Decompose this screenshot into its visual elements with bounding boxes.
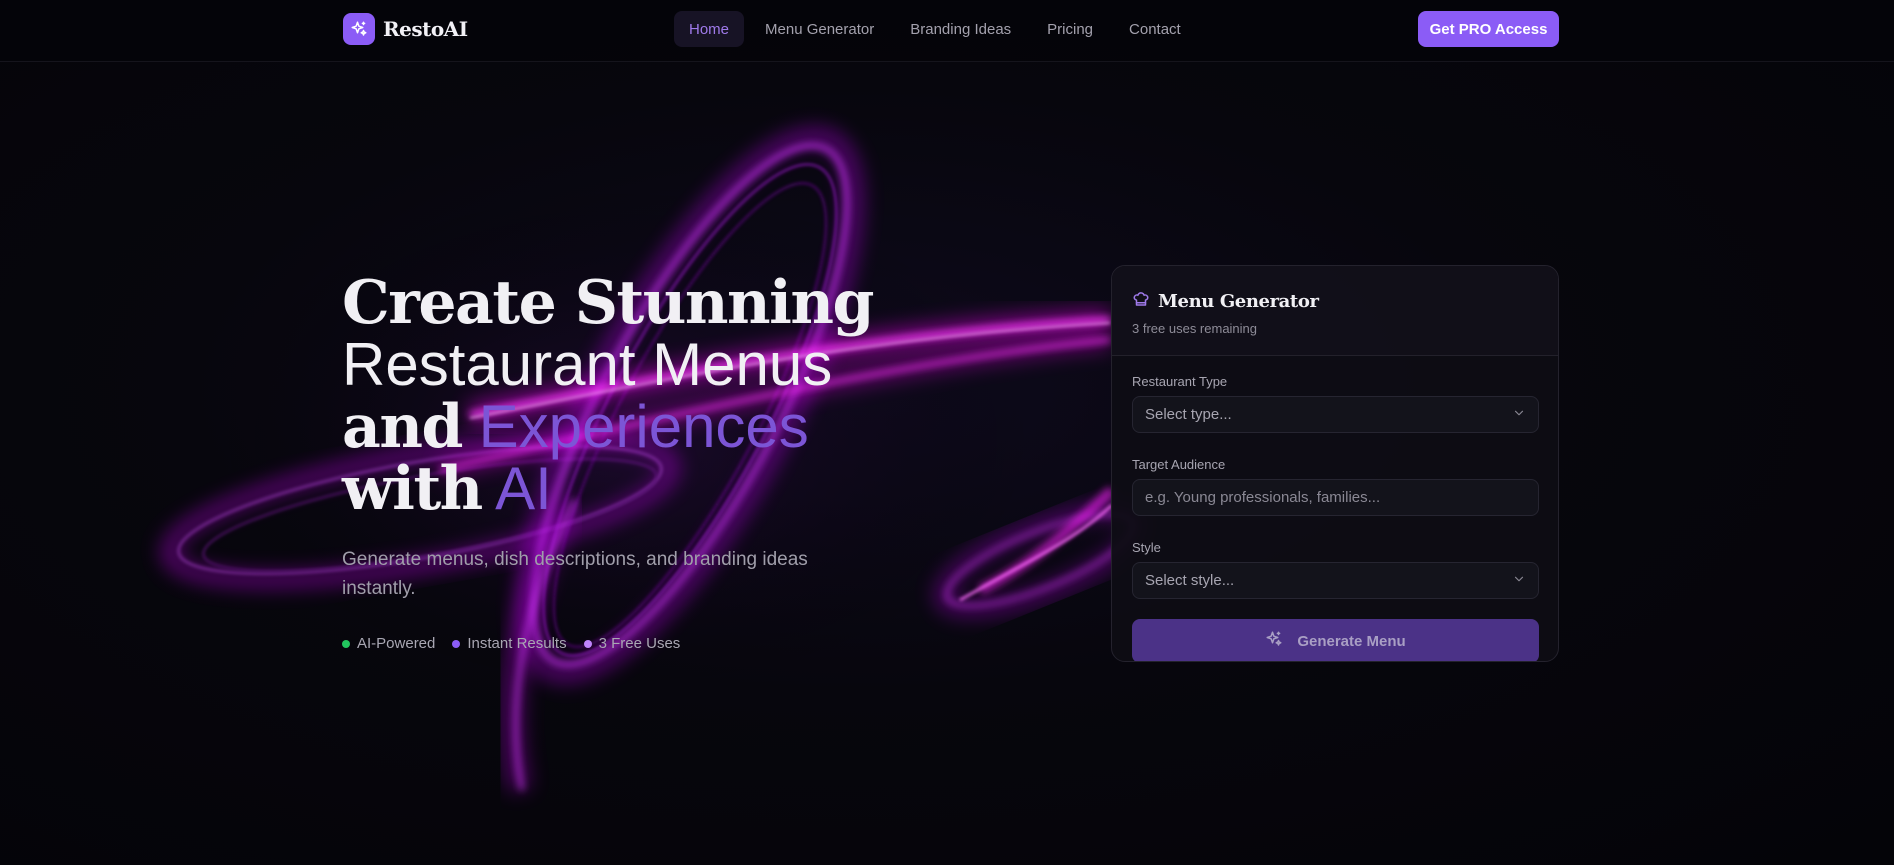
generate-menu-button[interactable]: Generate Menu (1132, 619, 1539, 661)
style-value: Select style... (1145, 572, 1235, 589)
feature-ai-powered: AI-Powered (342, 635, 435, 652)
hero-title-line-2: Restaurant Menus (342, 331, 833, 398)
hero-title: Create Stunning Restaurant Menus and Exp… (342, 272, 902, 520)
feature-label: Instant Results (467, 635, 567, 652)
feature-instant-results: Instant Results (452, 635, 567, 652)
target-audience-label: Target Audience (1132, 457, 1226, 472)
restaurant-type-select[interactable]: Select type... (1132, 396, 1539, 433)
hero-title-word-experiences: Experiences (478, 393, 809, 460)
generate-menu-label: Generate Menu (1297, 632, 1406, 650)
sparkles-icon (343, 13, 375, 45)
chevron-down-icon (1512, 406, 1526, 424)
restaurant-type-label: Restaurant Type (1132, 374, 1228, 389)
status-dot-icon (342, 639, 350, 648)
nav-item-pricing[interactable]: Pricing (1032, 11, 1108, 47)
style-select[interactable]: Select style... (1132, 562, 1539, 599)
menu-generator-card: Menu Generator 3 free uses remaining Res… (1111, 265, 1559, 662)
status-dot-icon (452, 639, 461, 648)
sparkles-icon (1265, 630, 1283, 652)
status-dot-icon (583, 639, 592, 648)
style-label: Style (1132, 540, 1161, 555)
main-nav: Home Menu Generator Branding Ideas Prici… (674, 11, 1202, 47)
page: RestoAI Home Menu Generator Branding Ide… (0, 0, 1894, 865)
feature-label: AI-Powered (357, 635, 436, 652)
feature-free-uses: 3 Free Uses (583, 635, 681, 652)
nav-item-home[interactable]: Home (674, 11, 745, 47)
hero-title-word-with: with (342, 454, 483, 524)
card-title-row: Menu Generator (1132, 290, 1538, 313)
hero-title-line-3: and Experiences (342, 393, 902, 460)
feature-label: 3 Free Uses (598, 635, 681, 652)
nav-item-contact[interactable]: Contact (1114, 11, 1196, 47)
restaurant-type-value: Select type... (1145, 406, 1232, 423)
card-header: Menu Generator 3 free uses remaining (1112, 266, 1558, 356)
hero-title-line-4: with AI (342, 455, 902, 522)
nav-item-menu-generator[interactable]: Menu Generator (750, 11, 889, 47)
card-form: Restaurant Type Select type... Target Au… (1112, 356, 1558, 661)
site-header: RestoAI Home Menu Generator Branding Ide… (0, 0, 1894, 62)
card-title: Menu Generator (1158, 291, 1319, 312)
free-uses-remaining: 3 free uses remaining (1132, 321, 1258, 336)
get-pro-access-button[interactable]: Get PRO Access (1418, 11, 1559, 47)
target-audience-input[interactable] (1132, 479, 1539, 516)
chevron-down-icon (1512, 572, 1526, 590)
hero-title-word-and: and (342, 392, 463, 462)
hero-title-word-ai: AI (495, 455, 552, 522)
logo[interactable]: RestoAI (343, 13, 468, 45)
chef-hat-icon (1132, 290, 1150, 313)
nav-item-branding-ideas[interactable]: Branding Ideas (895, 11, 1026, 47)
hero-title-line-1: Create Stunning (342, 268, 874, 338)
logo-text: RestoAI (383, 17, 468, 41)
hero-subtitle: Generate menus, dish descriptions, and b… (342, 549, 808, 599)
feature-list: AI-Powered Instant Results 3 Free Uses (342, 635, 680, 652)
background-glow-art (161, 127, 1146, 793)
